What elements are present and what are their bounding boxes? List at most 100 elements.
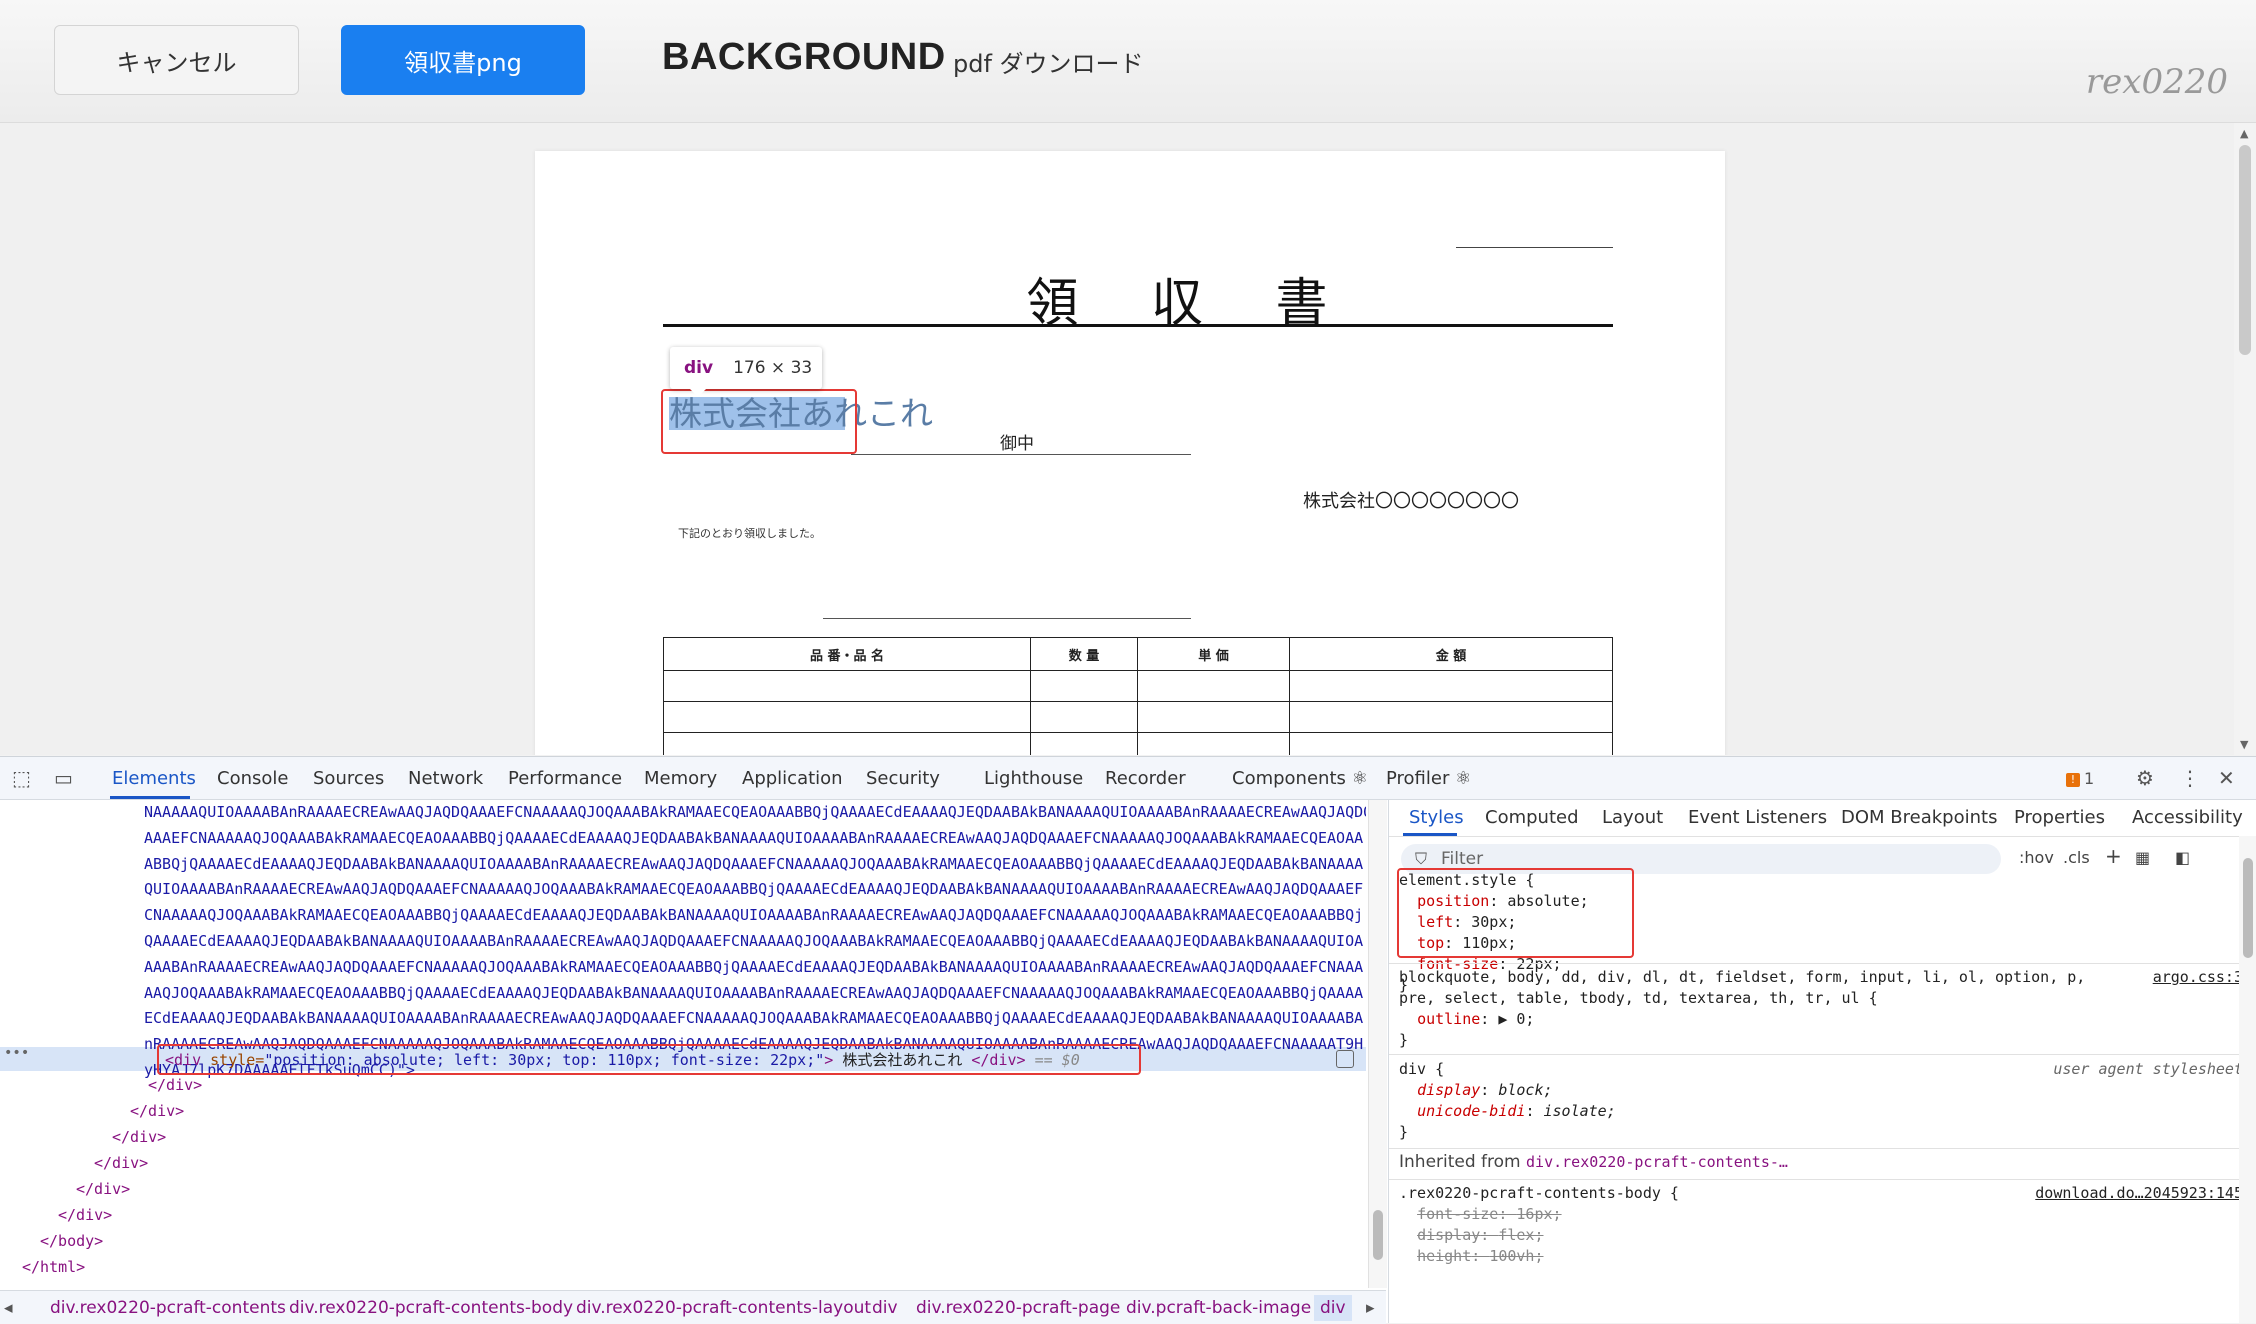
- gear-icon[interactable]: ⚙: [2136, 766, 2154, 790]
- dom-line[interactable]: </div>: [58, 1203, 112, 1227]
- tab-security[interactable]: Security: [866, 768, 940, 789]
- tab-sources[interactable]: Sources: [313, 768, 384, 789]
- amount-line: [823, 618, 1191, 619]
- dom-scrollbar[interactable]: [1368, 800, 1387, 1288]
- breadcrumb-item[interactable]: div.rex0220-pcraft-page: [916, 1298, 1120, 1318]
- breadcrumb-scroll-left-icon[interactable]: ◂: [4, 1298, 13, 1318]
- tab-dom-breakpoints[interactable]: DOM Breakpoints: [1841, 807, 1997, 828]
- page-title: BACKGROUND: [662, 36, 946, 78]
- table-row: [663, 670, 1613, 702]
- styles-active-indicator: [1403, 833, 1457, 836]
- ua-div-rule[interactable]: div { display: block; unicode-bidi: isol…: [1399, 1059, 1616, 1143]
- tab-network[interactable]: Network: [408, 768, 483, 789]
- highlight-box: [661, 389, 857, 454]
- tab-application[interactable]: Application: [742, 768, 843, 789]
- tab-computed[interactable]: Computed: [1485, 807, 1579, 828]
- table-header: 数 量: [1030, 637, 1138, 671]
- dom-line[interactable]: </div>: [112, 1125, 166, 1149]
- dom-line[interactable]: </html>: [22, 1255, 85, 1279]
- brand-logo: rex0220: [2085, 62, 2228, 102]
- dom-tree[interactable]: NAAAAAQUIOAAAABAnRAAAAECREAwAAQJAQDQAAAE…: [0, 800, 1366, 1288]
- tab-elements[interactable]: Elements: [112, 768, 196, 789]
- devtools-toolbar: ⬚ ▭ Elements Console Sources Network Per…: [0, 757, 2256, 800]
- inherited-from-label: Inherited from div.rex0220-pcraft-conten…: [1399, 1152, 1788, 1172]
- scroll-thumb[interactable]: [2239, 145, 2251, 355]
- table-row: [663, 732, 1613, 755]
- dom-line[interactable]: </div>: [94, 1151, 148, 1175]
- table-header: 金 額: [1289, 637, 1613, 671]
- styles-scroll-thumb[interactable]: [2243, 858, 2253, 958]
- document-viewport: 領 収 書 株式会社あれこれ div 176 × 33 御中 株式会社〇〇〇〇〇…: [0, 123, 2256, 755]
- tab-memory[interactable]: Memory: [644, 768, 717, 789]
- argo-css-source-link[interactable]: argo.css:3: [2153, 968, 2243, 986]
- rule-divider: [1389, 963, 2256, 964]
- dom-scroll-thumb[interactable]: [1373, 1210, 1383, 1260]
- copy-icon[interactable]: [1336, 1050, 1354, 1068]
- ua-stylesheet-label: user agent stylesheet: [2053, 1060, 2243, 1078]
- breadcrumb-item[interactable]: div.pcraft-back-image: [1126, 1298, 1311, 1318]
- tab-properties[interactable]: Properties: [2014, 807, 2105, 828]
- devtools-panel: ⬚ ▭ Elements Console Sources Network Per…: [0, 756, 2256, 1324]
- breadcrumb-item-selected[interactable]: div: [1314, 1295, 1352, 1321]
- toggle-sidebar-icon[interactable]: ◧: [2175, 848, 2190, 867]
- tab-layout[interactable]: Layout: [1602, 807, 1663, 828]
- breadcrumb-scroll-right-icon[interactable]: ▸: [1366, 1298, 1375, 1318]
- scroll-down-icon[interactable]: ▼: [2240, 738, 2248, 751]
- close-icon[interactable]: ✕: [2218, 766, 2235, 790]
- name-underline: [851, 454, 1191, 455]
- tab-recorder[interactable]: Recorder: [1105, 768, 1186, 789]
- dom-line[interactable]: </div>: [76, 1177, 130, 1201]
- paint-brush-icon[interactable]: ▦: [2135, 848, 2150, 867]
- receipt-png-button[interactable]: 領収書png: [341, 25, 585, 95]
- title-rule: [663, 324, 1613, 327]
- scroll-up-icon[interactable]: ▲: [2240, 127, 2248, 140]
- more-options-icon[interactable]: ⋮: [2180, 766, 2200, 790]
- inspect-element-icon[interactable]: ⬚: [12, 766, 31, 790]
- items-table: 品 番・品 名 数 量 単 価 金 額: [663, 637, 1613, 755]
- contents-body-rule[interactable]: .rex0220-pcraft-contents-body { font-siz…: [1399, 1183, 1679, 1267]
- download-source-link[interactable]: download.do…2045923:145: [2035, 1184, 2243, 1202]
- rule-divider: [1389, 1054, 2256, 1055]
- rule-divider: [1389, 1179, 2256, 1180]
- issuer-name: 株式会社〇〇〇〇〇〇〇〇: [1303, 491, 1519, 512]
- rule-divider: [1389, 1148, 2256, 1149]
- receipt-page: 領 収 書 株式会社あれこれ div 176 × 33 御中 株式会社〇〇〇〇〇…: [535, 151, 1725, 755]
- tooltip-tag: div: [684, 358, 714, 378]
- node-actions-icon[interactable]: •••: [4, 1045, 29, 1061]
- tab-accessibility[interactable]: Accessibility: [2132, 807, 2243, 828]
- breadcrumb-item[interactable]: div: [872, 1298, 898, 1318]
- dom-line[interactable]: </div>: [130, 1099, 184, 1123]
- tooltip-size: 176 × 33: [733, 358, 813, 378]
- inherited-link[interactable]: div.rex0220-pcraft-contents-…: [1526, 1153, 1788, 1171]
- date-line: [1456, 247, 1613, 248]
- tab-lighthouse[interactable]: Lighthouse: [984, 768, 1083, 789]
- dom-line[interactable]: </div>: [148, 1073, 202, 1097]
- cancel-button[interactable]: キャンセル: [54, 25, 299, 95]
- add-rule-icon[interactable]: +: [2105, 844, 2122, 868]
- breadcrumb-item[interactable]: div.rex0220-pcraft-contents-layout: [576, 1298, 871, 1318]
- tab-styles[interactable]: Styles: [1409, 807, 1464, 828]
- tab-components[interactable]: Components ⚛: [1232, 768, 1368, 789]
- tab-console[interactable]: Console: [217, 768, 288, 789]
- active-tab-indicator: [110, 796, 190, 799]
- tab-event-listeners[interactable]: Event Listeners: [1688, 807, 1827, 828]
- device-toolbar-icon[interactable]: ▭: [54, 766, 73, 790]
- page-subtitle: pdf ダウンロード: [953, 50, 1144, 78]
- issues-count: 1: [2084, 769, 2095, 788]
- issue-flag-icon: !: [2066, 772, 2080, 787]
- hov-toggle[interactable]: :hov: [2019, 848, 2054, 867]
- tab-profiler[interactable]: Profiler ⚛: [1386, 768, 1471, 789]
- styles-tabs: Styles Computed Layout Event Listeners D…: [1389, 800, 2256, 837]
- cls-toggle[interactable]: .cls: [2063, 848, 2090, 867]
- argo-css-rule[interactable]: blockquote, body, dd, div, dl, dt, field…: [1399, 967, 2085, 1051]
- breadcrumb-item[interactable]: div.rex0220-pcraft-contents-body: [289, 1298, 573, 1318]
- tab-performance[interactable]: Performance: [508, 768, 622, 789]
- dom-line[interactable]: </body>: [40, 1229, 103, 1253]
- breadcrumb-item[interactable]: div.rex0220-pcraft-contents: [50, 1298, 286, 1318]
- css-highlight-box: [1397, 868, 1634, 958]
- breadcrumb: ◂ div.rex0220-pcraft-contents div.rex022…: [0, 1290, 1386, 1324]
- viewport-scrollbar[interactable]: ▲ ▼: [2234, 123, 2256, 755]
- table-header: 単 価: [1137, 637, 1290, 671]
- issues-badge[interactable]: ! 1: [2066, 769, 2094, 788]
- styles-scrollbar[interactable]: [2239, 836, 2256, 1323]
